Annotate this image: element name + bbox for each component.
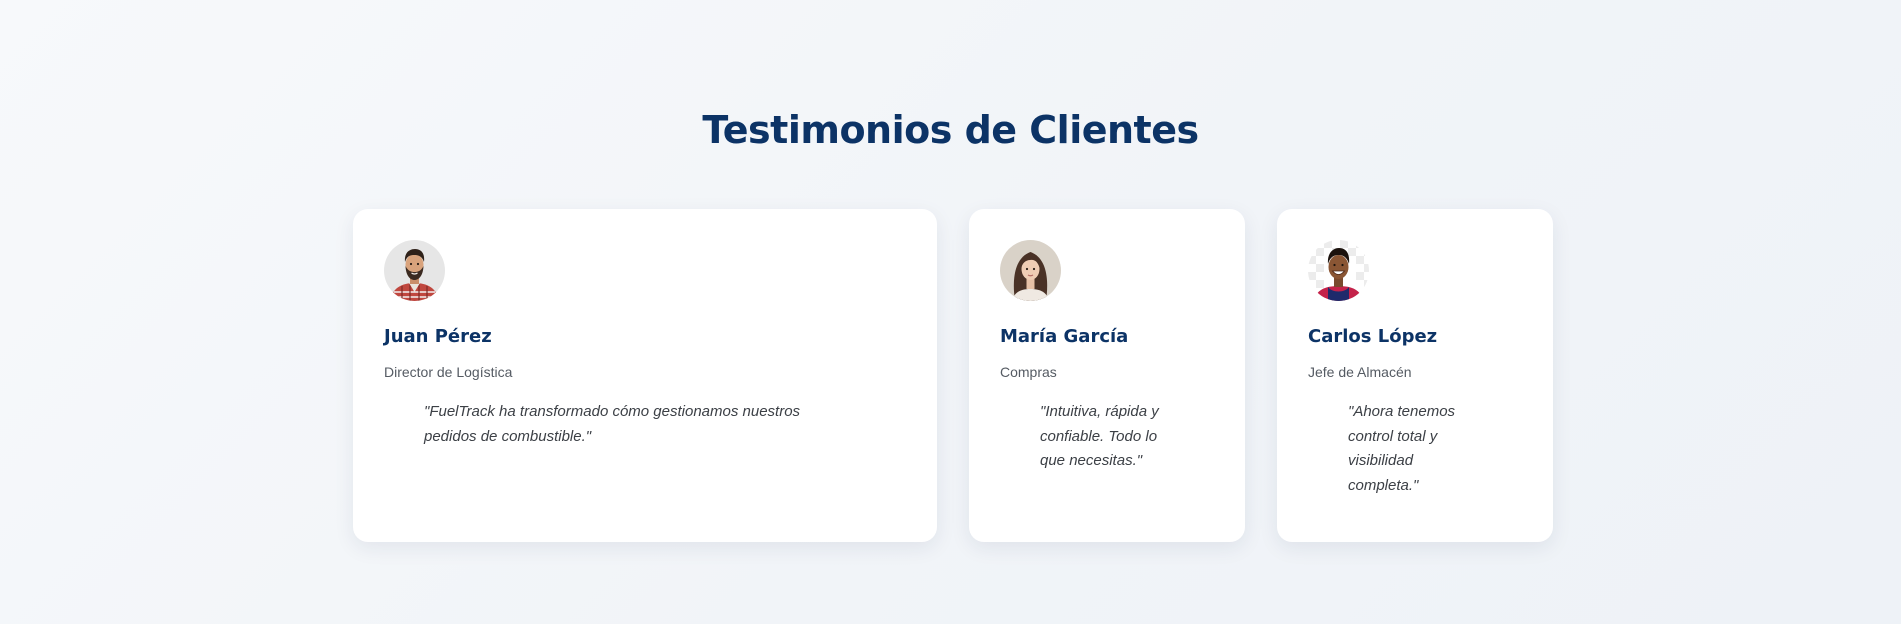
testimonial-quote: "Ahora tenemos control total y visibilid…	[1348, 403, 1456, 494]
testimonial-role: Jefe de Almacén	[1308, 364, 1412, 380]
testimonial-name: María García	[1000, 326, 1129, 347]
testimonial-card: Juan Pérez Director de Logística "FuelTr…	[353, 209, 937, 542]
avatar	[384, 240, 445, 301]
avatar	[1000, 240, 1061, 301]
testimonial-name: Carlos López	[1308, 326, 1438, 347]
testimonial-quote: "FuelTrack ha transformado cómo gestiona…	[424, 403, 801, 445]
testimonial-role: Compras	[1000, 364, 1057, 380]
man-with-beard-plaid-shirt-avatar-icon	[384, 240, 445, 301]
testimonial-card: Carlos López Jefe de Almacén "Ahora tene…	[1277, 209, 1553, 542]
avatar	[1308, 240, 1369, 301]
testimonial-card: María García Compras "Intuitiva, rápida …	[969, 209, 1245, 542]
testimonial-quote: "Intuitiva, rápida y confiable. Todo lo …	[1040, 403, 1159, 469]
testimonial-name: Juan Pérez	[384, 326, 492, 347]
smiling-man-jersey-avatar-icon	[1308, 240, 1369, 301]
section-title: Testimonios de Clientes	[702, 108, 1199, 152]
testimonial-role: Director de Logística	[384, 364, 513, 380]
woman-with-long-hair-avatar-icon	[1000, 240, 1061, 301]
